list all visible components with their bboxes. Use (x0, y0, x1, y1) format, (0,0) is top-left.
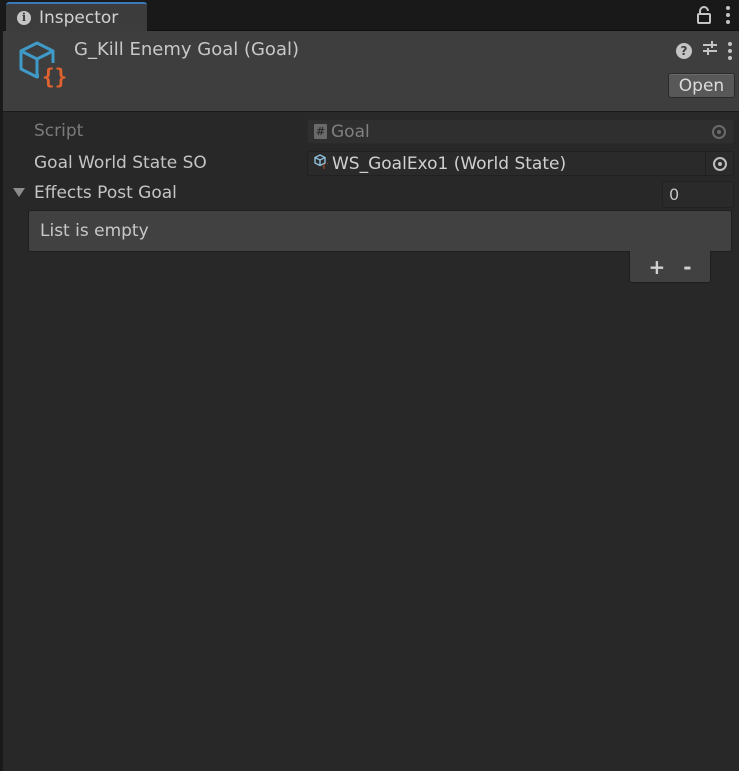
scriptable-object-small-icon: {} (314, 153, 330, 174)
lock-icon[interactable] (696, 6, 712, 24)
tab-menu-icon[interactable] (726, 6, 730, 24)
header-tools: ? (676, 40, 732, 61)
script-row: Script # Goal (3, 118, 739, 144)
help-icon[interactable]: ? (676, 42, 692, 59)
script-label: Script (34, 121, 84, 141)
scriptable-object-icon: {} (17, 41, 68, 89)
tab-bar: i Inspector (3, 0, 739, 31)
world-state-label: Goal World State SO (34, 153, 207, 173)
open-button[interactable]: Open (668, 73, 735, 98)
list-empty-text: List is empty (40, 221, 149, 241)
list-footer: + - (629, 251, 711, 283)
asset-title: G_Kill Enemy Goal (Goal) (74, 39, 299, 60)
cs-script-icon: # (314, 124, 327, 139)
svg-text:{}: {} (322, 163, 328, 169)
tab-label: Inspector (39, 7, 119, 28)
inspector-body: Script # Goal Goal World State SO {} WS_… (3, 112, 739, 771)
inspector-header: {} G_Kill Enemy Goal (Goal) ? Open (3, 31, 739, 112)
list-size-field[interactable]: 0 (662, 181, 734, 208)
script-value: Goal (331, 121, 370, 142)
info-icon: i (17, 10, 31, 25)
add-element-button[interactable]: + (648, 257, 665, 277)
presets-icon[interactable] (702, 40, 718, 61)
inspector-window: i Inspector {} G_Kill Enemy Goal (Goal) (2, 0, 739, 771)
effects-label[interactable]: Effects Post Goal (34, 183, 177, 203)
foldout-arrow-icon[interactable] (13, 188, 25, 197)
effects-row: Effects Post Goal 0 (3, 180, 739, 210)
tab-inspector[interactable]: i Inspector (6, 2, 147, 31)
world-state-value: WS_GoalExo1 (World State) (332, 153, 567, 174)
world-state-row: Goal World State SO {} WS_GoalExo1 (Worl… (3, 150, 739, 176)
remove-element-button[interactable]: - (683, 257, 691, 277)
script-field: # Goal (307, 119, 734, 144)
tab-tools (696, 6, 730, 24)
effects-list: List is empty (28, 210, 732, 252)
object-picker-button[interactable] (705, 152, 733, 175)
component-menu-icon[interactable] (728, 41, 732, 60)
world-state-field[interactable]: {} WS_GoalExo1 (World State) (307, 151, 734, 176)
braces-glyph: {} (42, 65, 68, 89)
object-picker-icon (705, 120, 733, 143)
